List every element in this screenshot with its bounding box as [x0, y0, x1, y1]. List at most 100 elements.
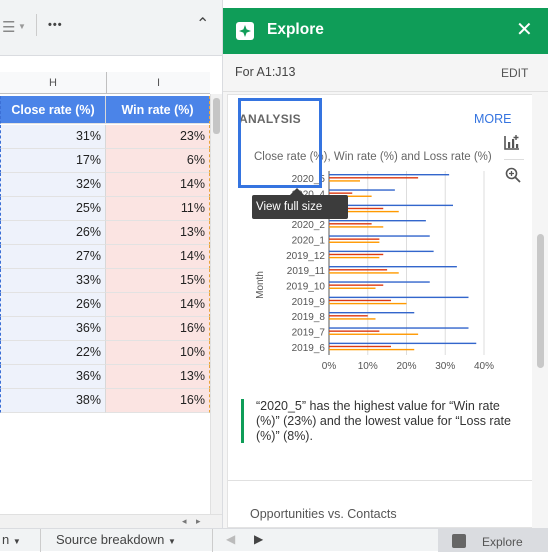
tab-divider: [212, 529, 213, 552]
bar-series-2[interactable]: [329, 299, 391, 302]
insight-text: “2020_5” has the highest value for “Win …: [256, 399, 511, 443]
cell-win-rate[interactable]: 23%: [106, 125, 210, 149]
bar-series-2[interactable]: [329, 223, 372, 225]
scroll-right-arrow[interactable]: ▸: [196, 516, 201, 527]
tooltip-arrow: [290, 188, 304, 195]
bar-series-3[interactable]: [329, 333, 419, 335]
cell-win-rate[interactable]: 16%: [106, 389, 210, 413]
sheet-tab-partial[interactable]: n ▼: [0, 529, 40, 552]
bar-series-2[interactable]: [329, 284, 384, 286]
chevron-down-icon: ▼: [12, 537, 21, 546]
header-cell-win-rate[interactable]: Win rate (%): [106, 96, 210, 124]
table-row: 33% 15%: [0, 269, 210, 293]
bar-series-1[interactable]: [329, 342, 477, 345]
bar-series-1[interactable]: [329, 296, 469, 299]
cell-close-rate[interactable]: 38%: [0, 389, 106, 413]
explore-title: Explore: [267, 21, 324, 38]
column-header-i[interactable]: I: [106, 72, 210, 94]
category-label: 2020_1: [292, 236, 326, 247]
header-cell-close-rate[interactable]: Close rate (%): [0, 96, 106, 124]
tab-scroll-left-icon[interactable]: ◀: [226, 532, 235, 546]
cell-win-rate[interactable]: 10%: [106, 341, 210, 365]
explore-button[interactable]: Explore: [438, 529, 548, 552]
bar-series-3[interactable]: [329, 226, 384, 228]
chevron-up-icon[interactable]: ⌃: [196, 14, 209, 34]
x-tick-label: 0%: [322, 361, 337, 372]
scrollbar-thumb[interactable]: [537, 234, 544, 368]
cell-win-rate[interactable]: 13%: [106, 365, 210, 389]
bar-series-1[interactable]: [329, 250, 434, 253]
tab-scroll-right-icon[interactable]: ▶: [254, 532, 263, 546]
category-label: 2019_12: [286, 251, 325, 262]
column-header-h[interactable]: H: [0, 72, 106, 94]
edit-range-button[interactable]: EDIT: [501, 66, 528, 80]
cell-win-rate[interactable]: 14%: [106, 173, 210, 197]
bar-series-1[interactable]: [329, 220, 426, 222]
bar-series-2[interactable]: [329, 192, 353, 194]
cell-close-rate[interactable]: 26%: [0, 221, 106, 245]
tab-source-breakdown[interactable]: Source breakdown ▼: [56, 529, 176, 552]
more-options-button[interactable]: •••: [48, 19, 63, 31]
bar-series-2[interactable]: [329, 315, 368, 317]
bar-series-1[interactable]: [329, 327, 469, 329]
explore-header: Explore ✕: [223, 8, 548, 54]
bar-series-3[interactable]: [329, 241, 380, 243]
cell-close-rate[interactable]: 33%: [0, 269, 106, 293]
cell-win-rate[interactable]: 15%: [106, 269, 210, 293]
bar-series-2[interactable]: [329, 238, 380, 240]
cell-close-rate[interactable]: 17%: [0, 149, 106, 173]
bar-series-1[interactable]: [329, 174, 450, 176]
explore-icon: [236, 22, 254, 40]
sheet-horizontal-scrollbar[interactable]: ◂ ▸: [0, 514, 222, 528]
cell-close-rate[interactable]: 32%: [0, 173, 106, 197]
tab-divider: [40, 529, 41, 552]
cell-close-rate[interactable]: 26%: [0, 293, 106, 317]
bar-series-2[interactable]: [329, 345, 391, 348]
cell-win-rate[interactable]: 13%: [106, 221, 210, 245]
bar-series-1[interactable]: [329, 281, 430, 283]
bar-series-1[interactable]: [329, 235, 430, 237]
bar-series-3[interactable]: [329, 318, 376, 320]
explore-panel: Explore ✕ For A1:J13 EDIT ANALYSIS MORE: [222, 0, 548, 528]
cell-win-rate[interactable]: 11%: [106, 197, 210, 221]
bar-series-3[interactable]: [329, 348, 415, 351]
toolbar-divider: [36, 14, 37, 36]
more-button[interactable]: MORE: [474, 112, 512, 126]
bar-series-1[interactable]: [329, 312, 415, 314]
table-row: 32% 14%: [0, 173, 210, 197]
x-tick-label: 40%: [474, 361, 494, 372]
cell-close-rate[interactable]: 25%: [0, 197, 106, 221]
bar-series-2[interactable]: [329, 253, 384, 256]
cell-win-rate[interactable]: 16%: [106, 317, 210, 341]
explore-icon: [452, 534, 466, 548]
filter-dropdown-icon[interactable]: ☰: [2, 18, 15, 36]
bar-series-2[interactable]: [329, 330, 380, 332]
chevron-down-icon[interactable]: ▼: [18, 22, 26, 31]
scroll-left-arrow[interactable]: ◂: [182, 516, 187, 527]
cell-win-rate[interactable]: 14%: [106, 293, 210, 317]
cell-close-rate[interactable]: 31%: [0, 125, 106, 149]
explore-scrollbar[interactable]: [532, 92, 548, 528]
cell-win-rate[interactable]: 14%: [106, 245, 210, 269]
table-row: 26% 14%: [0, 293, 210, 317]
bar-series-2[interactable]: [329, 269, 388, 271]
sheet-vertical-scrollbar[interactable]: [210, 94, 222, 514]
cell-close-rate[interactable]: 36%: [0, 365, 106, 389]
category-label: 2019_6: [292, 343, 326, 354]
bar-series-3[interactable]: [329, 180, 360, 182]
bar-series-1[interactable]: [329, 189, 395, 191]
bar-series-3[interactable]: [329, 302, 407, 305]
bar-series-1[interactable]: [329, 266, 457, 268]
y-axis-label: Month: [255, 271, 266, 299]
bar-series-3[interactable]: [329, 287, 376, 289]
cell-close-rate[interactable]: 27%: [0, 245, 106, 269]
bar-series-2[interactable]: [329, 177, 419, 179]
close-icon[interactable]: ✕: [516, 17, 533, 42]
cell-win-rate[interactable]: 6%: [106, 149, 210, 173]
bar-series-3[interactable]: [329, 256, 380, 259]
cell-close-rate[interactable]: 36%: [0, 317, 106, 341]
scrollbar-thumb[interactable]: [213, 98, 220, 134]
cell-close-rate[interactable]: 22%: [0, 341, 106, 365]
bar-series-3[interactable]: [329, 272, 399, 274]
next-card-title: Opportunities vs. Contacts: [250, 507, 397, 521]
